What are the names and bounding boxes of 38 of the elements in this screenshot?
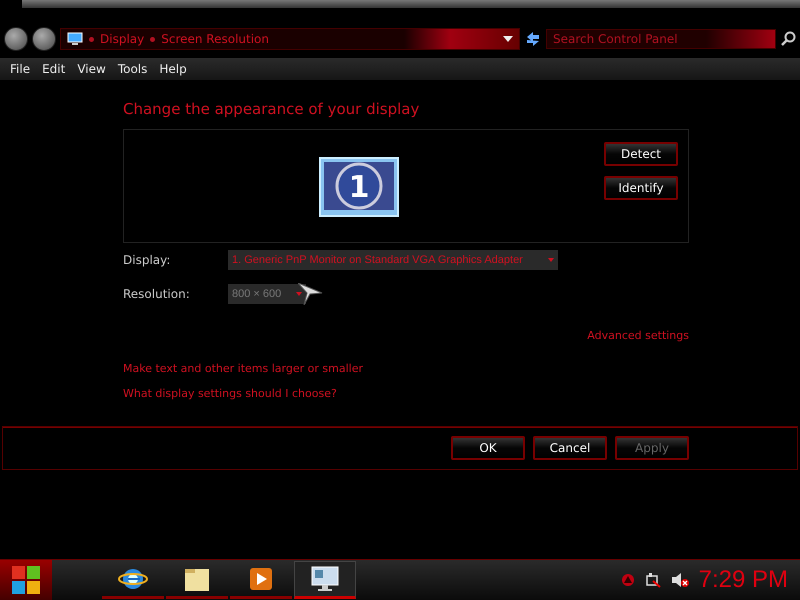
monitor-preview[interactable]: 1 <box>319 157 399 217</box>
dropdown-icon[interactable] <box>503 36 513 42</box>
help-link[interactable]: What display settings should I choose? <box>123 387 689 400</box>
search-field[interactable]: Search Control Panel <box>546 29 776 49</box>
menu-item[interactable]: File <box>4 62 36 76</box>
tray-icon[interactable] <box>620 573 635 587</box>
menu-item[interactable]: Help <box>153 62 193 76</box>
cursor-icon <box>298 283 324 305</box>
dialog-button[interactable]: OK <box>451 436 525 460</box>
breadcrumb-item[interactable]: Display <box>100 32 144 46</box>
windows-logo-icon <box>11 565 41 595</box>
field-label: Display: <box>123 253 172 267</box>
network-icon[interactable] <box>644 572 661 588</box>
media-player-icon <box>248 566 274 592</box>
address-bar[interactable]: Display Screen Resolution <box>60 28 520 50</box>
taskbar-app[interactable] <box>294 561 356 599</box>
breadcrumb-item[interactable]: Screen Resolution <box>161 32 270 46</box>
dropdown-arrow-icon <box>296 292 302 296</box>
dropdown-arrow-icon <box>548 258 554 262</box>
muted-speaker-icon[interactable] <box>670 572 689 588</box>
menu-item[interactable]: Edit <box>36 62 72 76</box>
field-label: Resolution: <box>123 287 191 301</box>
monitor-icon <box>310 565 340 593</box>
monitor-button[interactable]: Identify <box>604 176 678 200</box>
forward-button[interactable] <box>32 27 56 51</box>
menu-item[interactable]: Tools <box>112 62 154 76</box>
start-button[interactable] <box>0 560 52 600</box>
search-icon[interactable] <box>780 31 796 47</box>
back-button[interactable] <box>4 27 28 51</box>
advanced-settings-link[interactable]: Advanced settings <box>587 329 689 342</box>
dialog-button[interactable]: Cancel <box>533 436 607 460</box>
page-heading: Change the appearance of your display <box>123 100 420 118</box>
monitor-button[interactable]: Detect <box>604 142 678 166</box>
menu-item[interactable]: View <box>71 62 112 76</box>
monitor-icon <box>67 32 83 46</box>
help-link[interactable]: Make text and other items larger or smaller <box>123 362 689 375</box>
taskbar-clock: 7:29 PM <box>698 566 788 594</box>
refresh-icon[interactable] <box>524 30 542 48</box>
